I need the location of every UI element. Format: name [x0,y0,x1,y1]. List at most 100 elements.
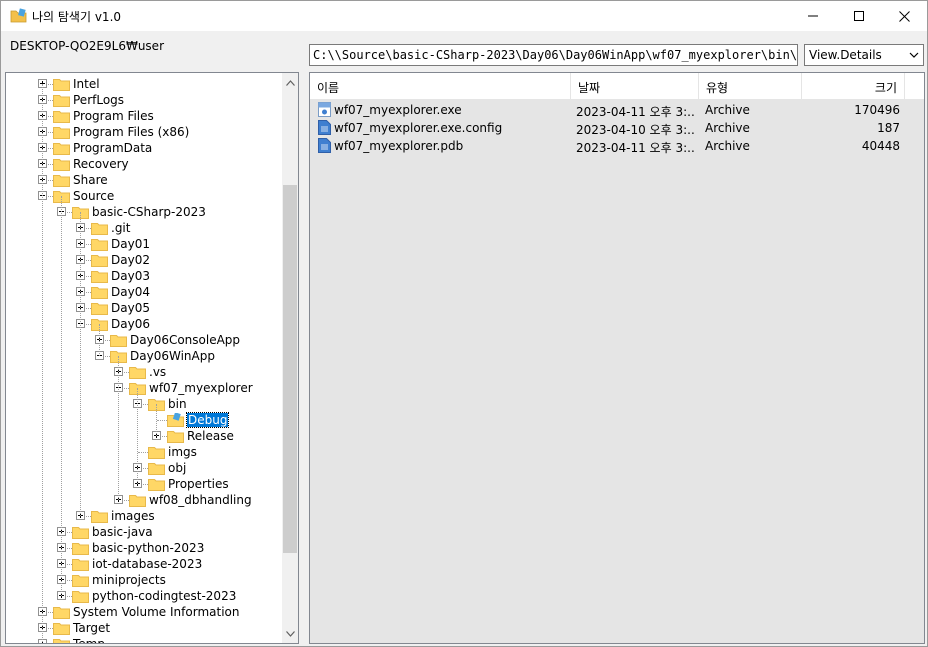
tree-node-label: Source [73,189,115,203]
tree-node[interactable]: Release [6,428,282,444]
tree-node-label: Day01 [111,237,150,251]
column-header-date[interactable]: 날짜 [571,73,699,99]
tree-scrollbar[interactable] [282,73,298,643]
tree-node[interactable]: System Volume Information [6,604,282,620]
tree-node[interactable]: Intel [6,76,282,92]
tree-connector-line [61,196,62,596]
list-item[interactable]: wf07_myexplorer.exe 2023-04-11 오후 3:... Ar… [310,101,924,119]
tree-node[interactable]: PerfLogs [6,92,282,108]
tree-node[interactable]: ProgramData [6,140,282,156]
tree-node-label: basic-java [92,525,153,539]
tree-node[interactable]: wf07_myexplorer [6,380,282,396]
path-input[interactable]: C:\\Source\basic-CSharp-2023\Day06\Day06… [309,44,798,66]
tree-node[interactable]: Source [6,188,282,204]
explorer-window: 나의 탐색기 v1.0 DESKTOP-QO2E9L6₩user C:\\Sou… [0,0,928,647]
tree-node[interactable]: Program Files [6,108,282,124]
folder-icon [91,253,108,267]
folder-icon [72,557,89,571]
tree-node[interactable]: Target [6,620,282,636]
tree-node-label: Day04 [111,285,150,299]
file-size: 170496 [854,103,900,117]
tree-node-label: Temp [73,637,105,643]
tree-node[interactable]: Day01 [6,236,282,252]
folder-icon [72,589,89,603]
tree-node[interactable]: iot-database-2023 [6,556,282,572]
file-list[interactable]: 이름 날짜 유형 크기 wf07_myexplorer.exe 2023-04-1… [309,72,925,644]
tree-node-label: imgs [168,445,197,459]
column-header-size[interactable]: 크기 [802,73,905,99]
folder-icon [110,333,127,347]
tree-node[interactable]: basic-CSharp-2023 [6,204,282,220]
scroll-thumb[interactable] [283,185,297,553]
file-name: wf07_myexplorer.pdb [334,139,464,153]
tree-node-label: wf07_myexplorer [149,381,253,395]
maximize-icon [854,11,864,21]
window-title: 나의 탐색기 v1.0 [32,10,122,24]
chevron-up-icon [285,80,295,86]
view-mode-select[interactable]: View.Details [804,44,924,66]
folder-icon [148,477,165,491]
folder-icon [53,93,70,107]
tree-node[interactable]: miniprojects [6,572,282,588]
tree-node[interactable]: imgs [6,444,282,460]
tree-connector-line [137,388,138,484]
scroll-down-button[interactable] [282,626,298,642]
tree-node[interactable]: bin [6,396,282,412]
tree-node[interactable]: Debug [6,412,282,428]
tree-node-label: .vs [149,365,167,379]
tree-node[interactable]: Day04 [6,284,282,300]
folder-icon [91,301,108,315]
tree-connector-line [156,404,157,436]
tree-node[interactable]: Day03 [6,268,282,284]
folder-tree[interactable]: Intel PerfLogs Program Files Program Files … [5,72,299,644]
tree-node-label: System Volume Information [73,605,240,619]
list-item[interactable]: wf07_myexplorer.exe.config 2023-04-10 오후 … [310,119,924,137]
list-item[interactable]: wf07_myexplorer.pdb 2023-04-11 오후 3:... Ar… [310,137,924,155]
tree-node-label: Intel [73,77,100,91]
title-bar[interactable]: 나의 탐색기 v1.0 [1,1,927,31]
tree-node[interactable]: Temp [6,636,282,643]
close-button[interactable] [881,1,927,31]
tree-node[interactable]: Day06 [6,316,282,332]
tree-node[interactable]: Share [6,172,282,188]
chevron-down-icon [909,52,919,58]
tree-connector-line [99,324,100,356]
tree-node[interactable]: Recovery [6,156,282,172]
tree-node-label: Debug [185,412,230,428]
minimize-icon [808,15,818,17]
folder-icon [91,237,108,251]
folder-icon [148,461,165,475]
tree-node[interactable]: Program Files (x86) [6,124,282,140]
tree-connector-line [80,212,81,516]
tree-node[interactable]: python-codingtest-2023 [6,588,282,604]
column-header-type[interactable]: 유형 [699,73,802,99]
tree-node[interactable]: basic-java [6,524,282,540]
minimize-button[interactable] [790,1,836,31]
tree-node[interactable]: Day06WinApp [6,348,282,364]
document-file-icon [318,138,331,153]
tree-node-label: .git [111,221,131,235]
maximize-button[interactable] [836,1,882,31]
tree-node[interactable]: obj [6,460,282,476]
scroll-up-button[interactable] [282,75,298,91]
tree-node[interactable]: Day06ConsoleApp [6,332,282,348]
document-file-icon [318,120,331,135]
tree-node[interactable]: basic-python-2023 [6,540,282,556]
tree-node[interactable]: Properties [6,476,282,492]
file-date: 2023-04-11 오후 3:... [576,141,694,155]
column-header-name[interactable]: 이름 [310,73,571,99]
folder-icon [72,573,89,587]
tree-node[interactable]: .git [6,220,282,236]
tree-node[interactable]: wf08_dbhandling [6,492,282,508]
tree-node[interactable]: .vs [6,364,282,380]
file-name: wf07_myexplorer.exe [334,103,462,117]
tree-node-label: Program Files [73,109,154,123]
tree-node-label: PerfLogs [73,93,125,107]
tree-node[interactable]: images [6,508,282,524]
tree-node[interactable]: Day05 [6,300,282,316]
app-folder-icon [10,8,27,23]
folder-icon [53,125,70,139]
tree-node[interactable]: Day02 [6,252,282,268]
folder-icon [148,445,165,459]
folder-icon [91,221,108,235]
